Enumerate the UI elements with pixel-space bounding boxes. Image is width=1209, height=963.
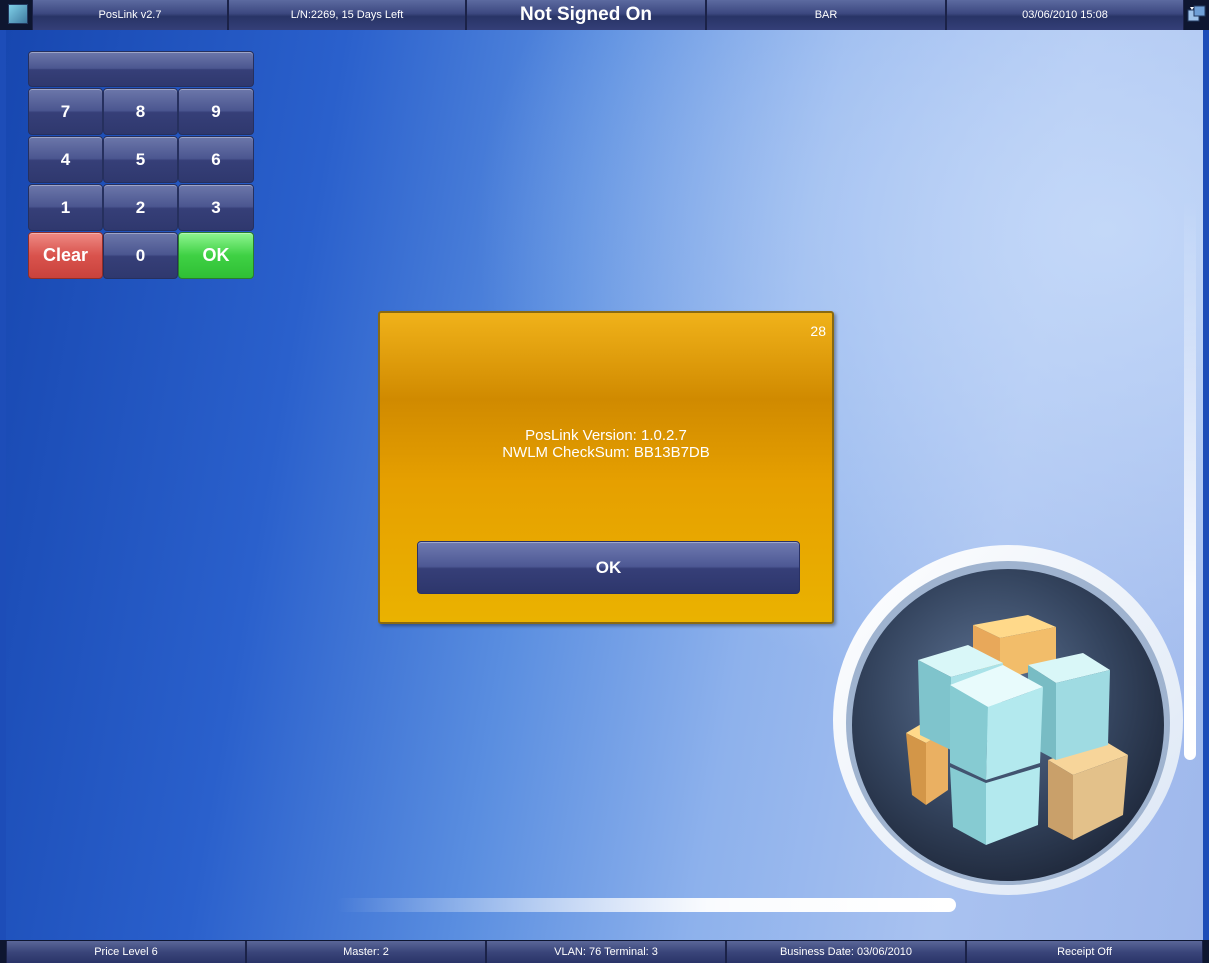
price-level: Price Level 6 xyxy=(6,941,246,963)
dialog-timeout-counter: 28 xyxy=(810,323,826,339)
checksum-text: NWLM CheckSum: BB13B7DB xyxy=(502,444,710,461)
key-9[interactable]: 9 xyxy=(178,88,254,135)
version-text: PosLink Version: 1.0.2.7 xyxy=(525,427,687,444)
key-4[interactable]: 4 xyxy=(28,136,103,183)
business-date: Business Date: 03/06/2010 xyxy=(726,941,966,963)
dialog-message: PosLink Version: 1.0.2.7 NWLM CheckSum: … xyxy=(380,427,832,461)
key-2[interactable]: 2 xyxy=(103,184,178,231)
keypad-ok-button[interactable]: OK xyxy=(178,232,254,279)
keypad-display xyxy=(28,51,254,87)
vlan-terminal: VLAN: 76 Terminal: 3 xyxy=(486,941,726,963)
version-dialog: 28 PosLink Version: 1.0.2.7 NWLM CheckSu… xyxy=(378,311,834,624)
location-label: BAR xyxy=(706,0,946,30)
key-0[interactable]: 0 xyxy=(103,232,178,279)
bottom-status-bar: Price Level 6 Master: 2 VLAN: 76 Termina… xyxy=(0,940,1209,963)
clear-button[interactable]: Clear xyxy=(28,232,103,279)
license-info: L/N:2269, 15 Days Left xyxy=(228,0,466,30)
top-status-bar: PosLink v2.7 L/N:2269, 15 Days Left Not … xyxy=(0,0,1209,30)
cubes-logo xyxy=(833,545,1183,895)
key-7[interactable]: 7 xyxy=(28,88,103,135)
switch-window-icon[interactable] xyxy=(1187,4,1207,24)
key-5[interactable]: 5 xyxy=(103,136,178,183)
key-8[interactable]: 8 xyxy=(103,88,178,135)
receipt-status: Receipt Off xyxy=(966,941,1203,963)
key-6[interactable]: 6 xyxy=(178,136,254,183)
app-icon[interactable] xyxy=(8,4,28,24)
app-name: PosLink v2.7 xyxy=(32,0,228,30)
key-3[interactable]: 3 xyxy=(178,184,254,231)
date-time: 03/06/2010 15:08 xyxy=(946,0,1184,30)
master-info: Master: 2 xyxy=(246,941,486,963)
key-1[interactable]: 1 xyxy=(28,184,103,231)
sign-on-status: Not Signed On xyxy=(466,0,706,30)
dialog-ok-button[interactable]: OK xyxy=(417,541,800,594)
